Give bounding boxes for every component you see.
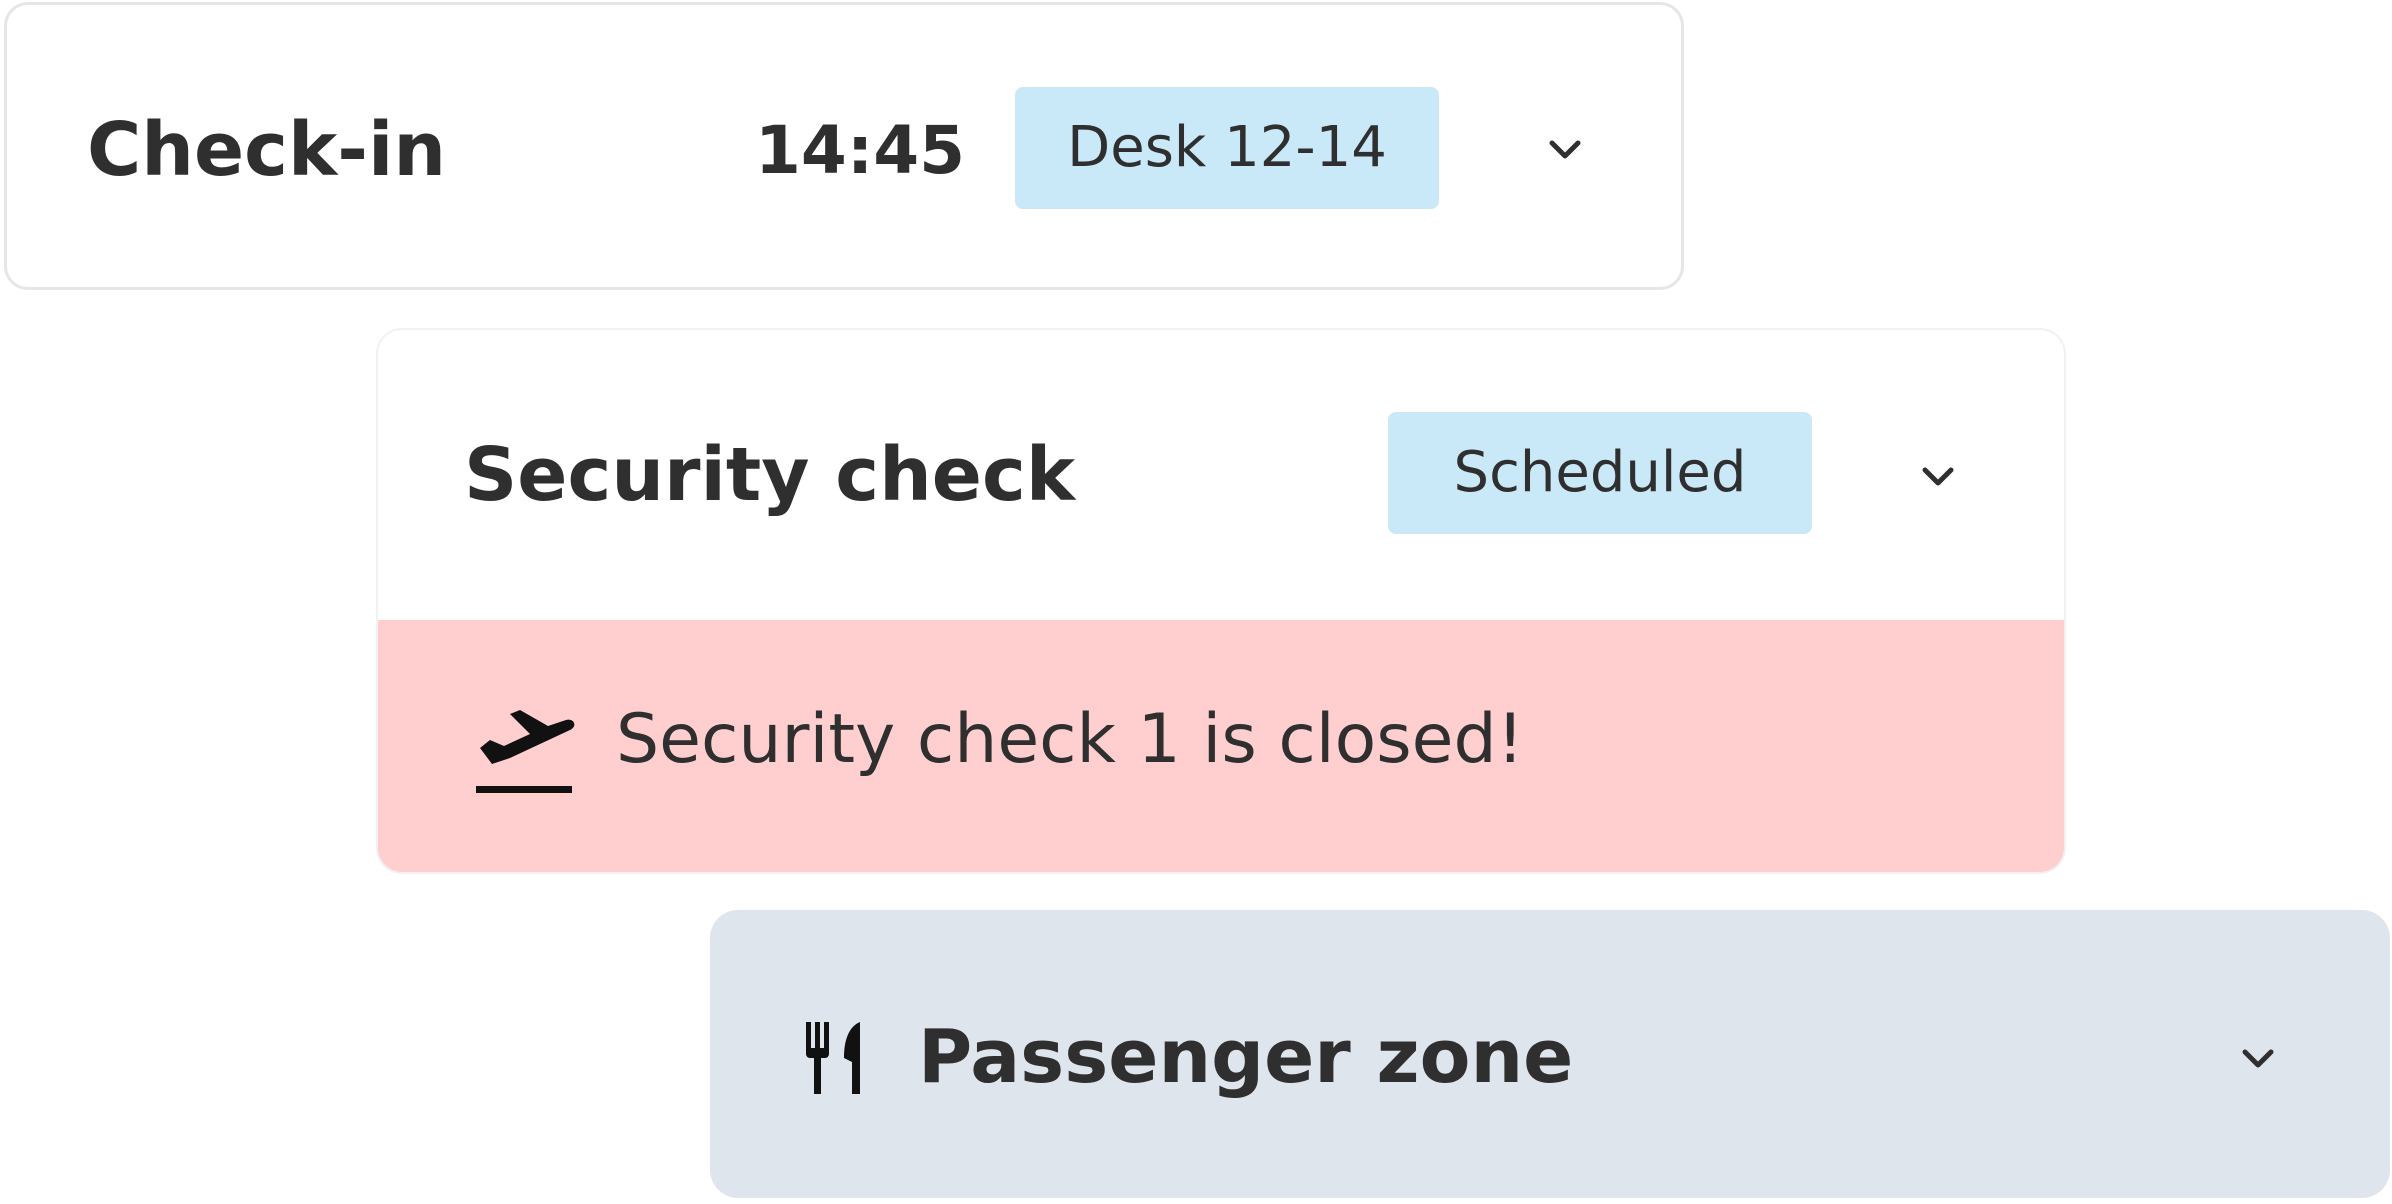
passenger-zone-title: Passenger zone — [918, 1014, 1574, 1100]
fork-knife-icon — [800, 1022, 878, 1094]
security-title: Security check — [464, 432, 1076, 518]
checkin-time: 14:45 — [755, 112, 966, 189]
security-header[interactable]: Security check Scheduled — [378, 330, 2064, 620]
security-status-badge: Scheduled — [1388, 412, 1812, 534]
security-alert-text: Security check 1 is closed! — [616, 700, 1524, 779]
security-card: Security check Scheduled Security check … — [378, 330, 2064, 872]
checkin-desk-badge: Desk 12-14 — [1015, 87, 1439, 209]
flight-takeoff-icon — [470, 690, 580, 800]
chevron-down-icon[interactable] — [1535, 119, 1595, 179]
checkin-title: Check-in — [87, 107, 447, 193]
chevron-down-icon[interactable] — [2228, 1028, 2288, 1088]
chevron-down-icon[interactable] — [1908, 446, 1968, 506]
checkin-card[interactable]: Check-in 14:45 Desk 12-14 — [4, 2, 1684, 290]
passenger-zone-card[interactable]: Passenger zone — [710, 910, 2390, 1198]
security-alert: Security check 1 is closed! — [378, 620, 2064, 872]
